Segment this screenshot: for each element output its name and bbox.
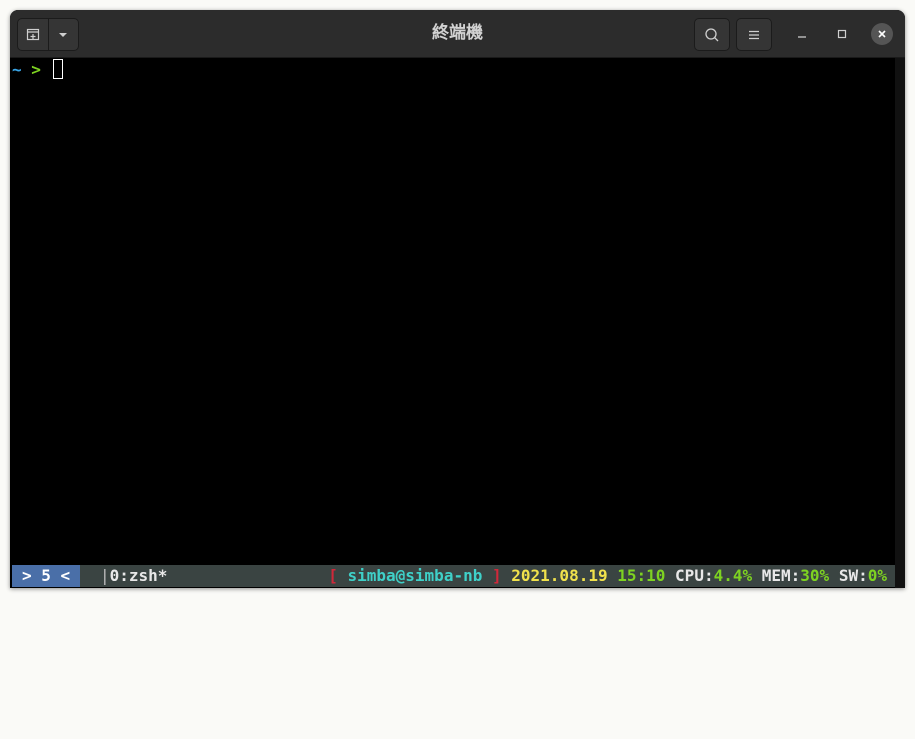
- prompt-directory: ~: [12, 60, 22, 79]
- cpu-label: CPU:: [675, 566, 714, 585]
- mem-label: MEM:: [761, 566, 801, 585]
- terminal-area[interactable]: ~ >: [10, 58, 895, 564]
- new-tab-button-group: [17, 18, 79, 51]
- search-icon: [705, 27, 719, 41]
- prompt-symbol: >: [31, 60, 41, 79]
- shell-prompt: ~ >: [12, 58, 63, 82]
- menu-button[interactable]: [736, 18, 772, 51]
- tmux-status-bar: > 5 < |0:zsh* [ simba@simba-nb ] 2021.08…: [12, 565, 895, 587]
- swap-value: 0%: [867, 566, 887, 585]
- terminal-scrollbar[interactable]: [895, 58, 905, 588]
- status-date: 2021.08.19: [511, 566, 608, 585]
- tmux-window-list: |0:zsh*: [100, 565, 167, 587]
- minimize-icon: [798, 36, 806, 38]
- search-button[interactable]: [694, 18, 730, 51]
- maximize-button[interactable]: [831, 23, 853, 45]
- text-cursor: [52, 59, 63, 79]
- close-button[interactable]: [871, 23, 893, 45]
- tab-options-dropdown[interactable]: [47, 19, 79, 50]
- cpu-value: 4.4%: [713, 566, 753, 585]
- minimize-button[interactable]: [791, 23, 813, 45]
- tmux-window-item: 0:zsh*: [109, 566, 168, 585]
- swap-label: SW:: [838, 566, 868, 585]
- title-bar[interactable]: 終端機: [10, 10, 905, 58]
- hamburger-menu-icon: [749, 30, 759, 39]
- user-host: simba@simba-nb: [347, 566, 483, 585]
- tmux-status-right: [ simba@simba-nb ] 2021.08.19 15:10 CPU:…: [328, 565, 887, 587]
- mem-value: 30%: [800, 566, 830, 585]
- tmux-session-indicator: > 5 <: [12, 565, 81, 587]
- status-time: 15:10: [617, 566, 666, 585]
- maximize-icon: [837, 29, 847, 39]
- new-tab-button[interactable]: [18, 19, 48, 50]
- new-tab-icon: [26, 28, 39, 40]
- chevron-down-icon: [59, 32, 68, 37]
- terminal-window: 終端機 ~ > > 5 < |0:zsh* [simba@simba-nb]…: [10, 10, 905, 588]
- close-icon: [878, 30, 886, 38]
- bracket-open: [: [328, 566, 338, 585]
- bracket-close: ]: [491, 566, 502, 585]
- tmux-window-separator: |: [100, 566, 110, 585]
